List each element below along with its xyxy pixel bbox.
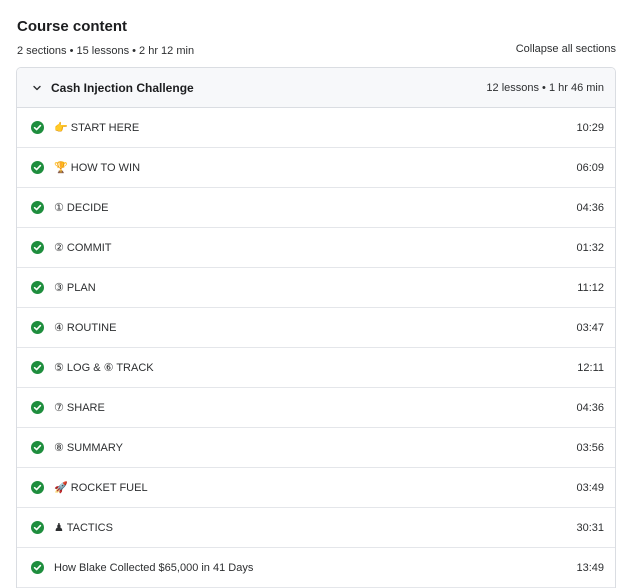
check-circle-icon	[30, 121, 44, 135]
check-circle-icon	[30, 441, 44, 455]
section-panel: Cash Injection Challenge 12 lessons • 1 …	[16, 67, 616, 588]
chevron-down-icon	[30, 81, 44, 95]
course-content-header: Course content 2 sections • 15 lessons •…	[17, 17, 616, 57]
lesson-list: 👉 START HERE 10:29 🏆 HOW TO WIN 06:09 ① DECI…	[17, 108, 615, 588]
check-circle-icon	[30, 161, 44, 175]
lesson-title: ⑤ LOG & ⑥ TRACK	[54, 362, 154, 374]
lesson-title: ② COMMIT	[54, 242, 112, 254]
lesson-item[interactable]: 🏆 HOW TO WIN 06:09	[17, 148, 615, 188]
lesson-duration: 11:12	[577, 281, 604, 294]
lesson-duration: 04:36	[576, 201, 604, 214]
lesson-item[interactable]: ⑦ SHARE 04:36	[17, 388, 615, 428]
check-circle-icon	[30, 281, 44, 295]
lesson-duration: 10:29	[576, 121, 604, 134]
check-circle-icon	[30, 201, 44, 215]
lesson-title: ⑧ SUMMARY	[54, 442, 123, 454]
lesson-title: ⑦ SHARE	[54, 402, 105, 414]
lesson-item[interactable]: ⑤ LOG & ⑥ TRACK 12:11	[17, 348, 615, 388]
lesson-title: ① DECIDE	[54, 202, 109, 214]
lesson-item[interactable]: 👉 START HERE 10:29	[17, 108, 615, 148]
lesson-item[interactable]: ② COMMIT 01:32	[17, 228, 615, 268]
check-circle-icon	[30, 241, 44, 255]
lesson-duration: 06:09	[576, 161, 604, 174]
lesson-duration: 12:11	[577, 361, 604, 374]
check-circle-icon	[30, 401, 44, 415]
lesson-item[interactable]: ♟ TACTICS 30:31	[17, 508, 615, 548]
lesson-item[interactable]: 🚀 ROCKET FUEL 03:49	[17, 468, 615, 508]
lesson-duration: 03:56	[576, 441, 604, 454]
lesson-title: ③ PLAN	[54, 282, 96, 294]
lesson-item[interactable]: How Blake Collected $65,000 in 41 Days 13…	[17, 548, 615, 588]
lesson-duration: 01:32	[576, 241, 604, 254]
check-circle-icon	[30, 321, 44, 335]
section-header-toggle[interactable]: Cash Injection Challenge 12 lessons • 1 …	[17, 68, 615, 108]
lesson-title: How Blake Collected $65,000 in 41 Days	[54, 561, 254, 574]
course-meta-row: 2 sections • 15 lessons • 2 hr 12 min Co…	[17, 41, 616, 57]
lesson-title: 👉 START HERE	[54, 122, 140, 134]
lesson-duration: 03:47	[576, 321, 604, 334]
check-circle-icon	[30, 521, 44, 535]
lesson-duration: 13:49	[576, 561, 604, 574]
section-title: Cash Injection Challenge	[51, 80, 194, 95]
lesson-duration: 03:49	[576, 481, 604, 494]
lesson-title: ♟ TACTICS	[54, 522, 113, 534]
lesson-title: 🚀 ROCKET FUEL	[54, 482, 148, 494]
lesson-title: ④ ROUTINE	[54, 322, 117, 334]
lesson-duration: 30:31	[576, 521, 604, 534]
lesson-duration: 04:36	[576, 401, 604, 414]
check-circle-icon	[30, 361, 44, 375]
section-meta: 12 lessons • 1 hr 46 min	[486, 81, 604, 94]
lesson-item[interactable]: ③ PLAN 11:12	[17, 268, 615, 308]
check-circle-icon	[30, 561, 44, 575]
check-circle-icon	[30, 481, 44, 495]
collapse-all-sections-link[interactable]: Collapse all sections	[516, 41, 616, 57]
lesson-item[interactable]: ④ ROUTINE 03:47	[17, 308, 615, 348]
course-content-page: Course content 2 sections • 15 lessons •…	[0, 0, 629, 588]
course-summary: 2 sections • 15 lessons • 2 hr 12 min	[17, 45, 195, 57]
lesson-item[interactable]: ① DECIDE 04:36	[17, 188, 615, 228]
lesson-item[interactable]: ⑧ SUMMARY 03:56	[17, 428, 615, 468]
page-title: Course content	[17, 18, 128, 35]
lesson-title: 🏆 HOW TO WIN	[54, 162, 141, 174]
